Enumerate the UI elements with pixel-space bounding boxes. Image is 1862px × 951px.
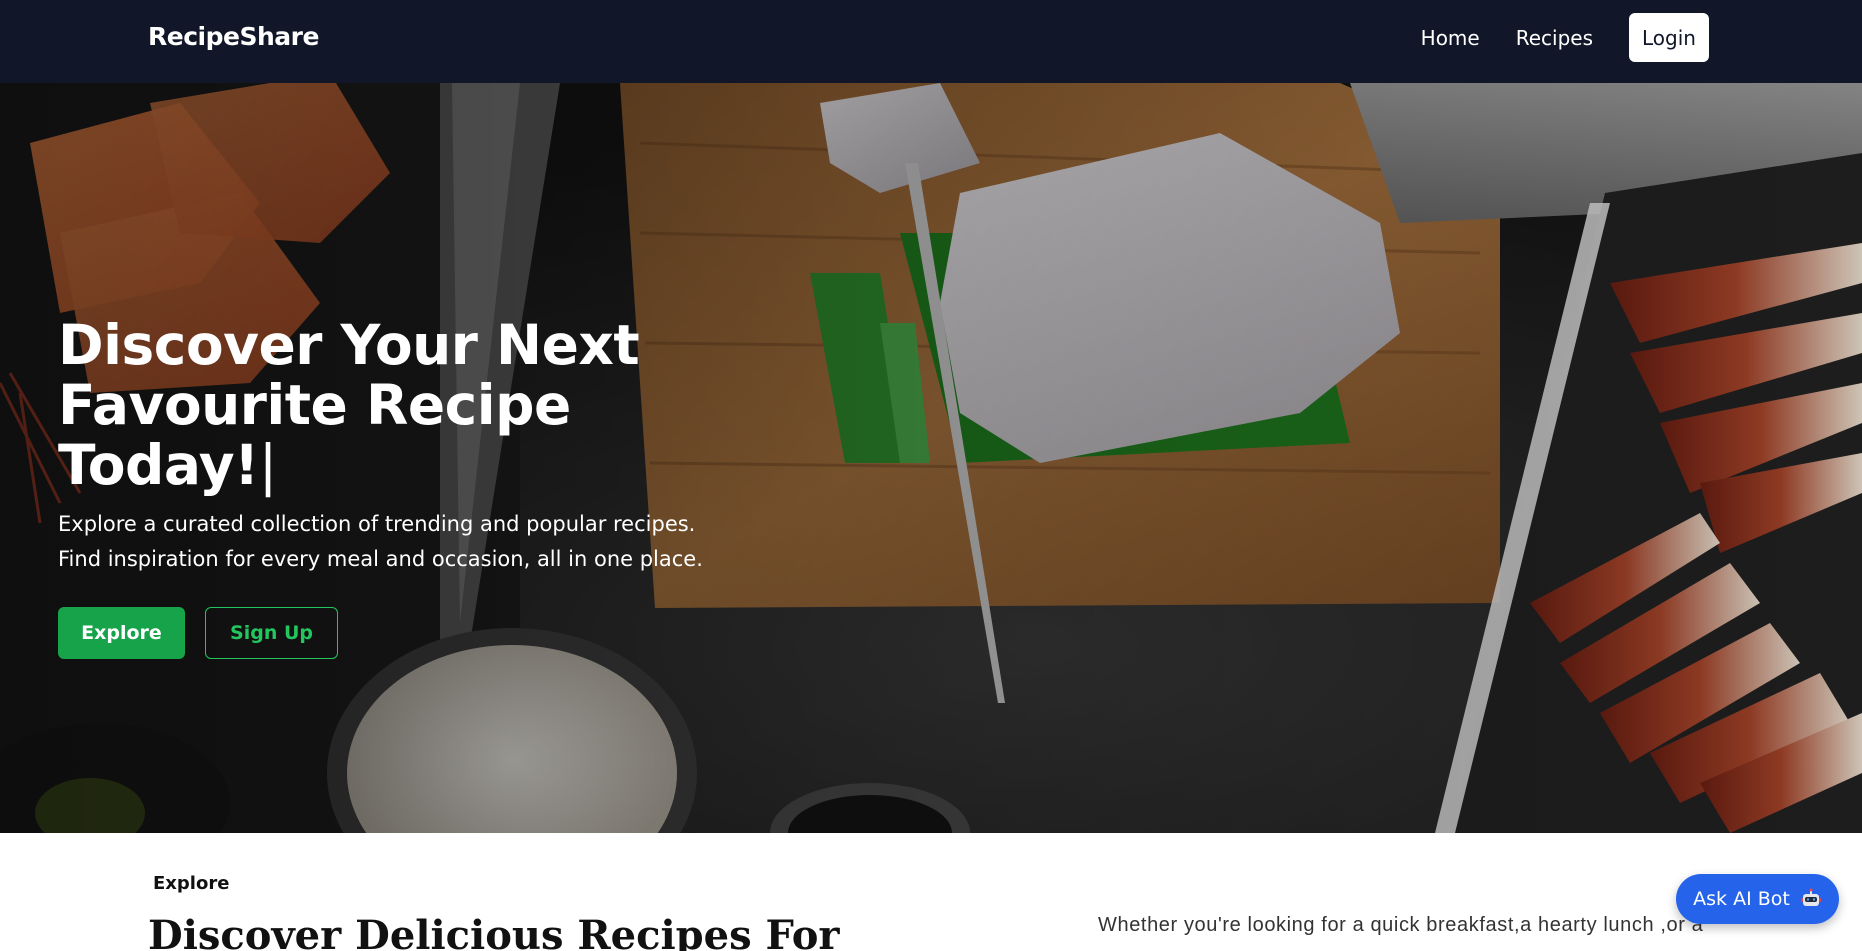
- brand-logo[interactable]: RecipeShare: [148, 22, 319, 51]
- hero-title: Discover Your Next Favourite Recipe Toda…: [58, 315, 778, 495]
- section-title: Discover Delicious Recipes For: [148, 912, 840, 951]
- section-description: Whether you're looking for a quick break…: [1098, 914, 1704, 936]
- nav-links: Home Recipes Login: [1421, 13, 1709, 62]
- explore-button[interactable]: Explore: [58, 607, 185, 659]
- login-button[interactable]: Login: [1629, 13, 1709, 62]
- nav-link-home[interactable]: Home: [1421, 26, 1480, 50]
- hero-buttons: Explore Sign Up: [58, 607, 778, 659]
- hero-subtitle: Explore a curated collection of trending…: [58, 512, 703, 571]
- nav-link-recipes[interactable]: Recipes: [1516, 26, 1593, 50]
- ask-ai-bot-button[interactable]: Ask AI Bot: [1676, 874, 1839, 924]
- ai-bot-label: Ask AI Bot: [1693, 888, 1790, 910]
- section-eyebrow: Explore: [153, 873, 230, 894]
- navbar: RecipeShare Home Recipes Login: [0, 0, 1862, 83]
- robot-icon: [1800, 888, 1821, 906]
- typing-cursor: |: [258, 433, 278, 497]
- signup-button[interactable]: Sign Up: [205, 607, 338, 659]
- hero-title-line1: Discover Your Next: [58, 313, 640, 377]
- hero-title-line2: Favourite Recipe Today!: [58, 373, 571, 497]
- hero-section: Discover Your Next Favourite Recipe Toda…: [0, 83, 1862, 833]
- hero-content: Discover Your Next Favourite Recipe Toda…: [58, 315, 778, 659]
